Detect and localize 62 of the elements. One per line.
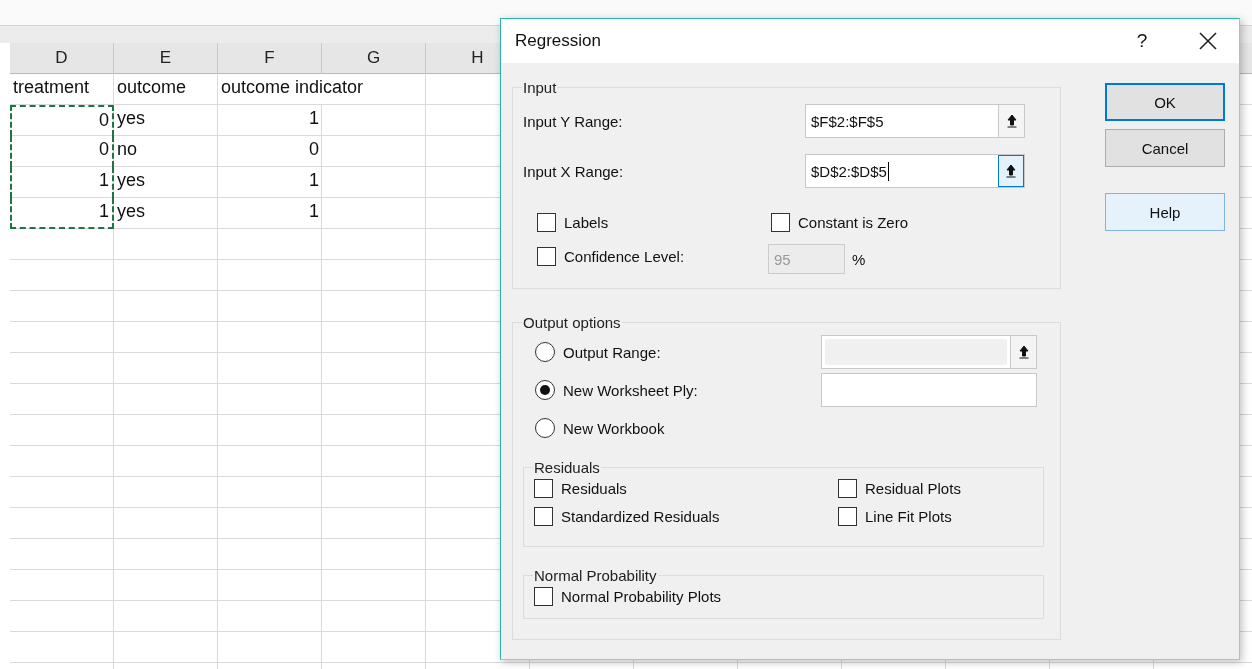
checkbox[interactable] — [534, 506, 553, 526]
table-cell: 0 — [10, 105, 114, 136]
radio-label[interactable]: New Worksheet Ply: — [563, 381, 698, 399]
dialog-button[interactable]: Help — [1105, 193, 1225, 231]
table-cell: 1 — [10, 167, 114, 198]
table-cell-text: outcome — [116, 76, 188, 99]
column-header[interactable]: F — [218, 43, 322, 74]
table-cell-text: yes — [116, 107, 146, 130]
checkbox[interactable] — [838, 506, 857, 526]
field-label: Input Y Range: — [523, 112, 624, 130]
table-cell-text: 1 — [308, 107, 320, 130]
table-cell-text: yes — [116, 169, 146, 192]
column-header[interactable]: E — [114, 43, 218, 74]
checkbox[interactable] — [838, 478, 857, 498]
help-button[interactable]: ? — [1127, 30, 1157, 52]
radio-label[interactable]: Output Range: — [563, 343, 661, 361]
radio-button[interactable] — [535, 342, 555, 362]
field-value: $F$2:$F$5 — [810, 111, 885, 132]
dialog-button[interactable]: OK — [1105, 83, 1225, 121]
checkbox-label[interactable]: Line Fit Plots — [865, 507, 952, 525]
close-icon — [1199, 32, 1217, 50]
checkbox[interactable] — [534, 586, 553, 606]
radio-button[interactable] — [535, 418, 555, 438]
collapse-button[interactable] — [998, 155, 1024, 187]
range-field[interactable]: $D$2:$D$5 — [805, 154, 1025, 188]
dialog-button[interactable]: Cancel — [1105, 129, 1225, 167]
checkbox[interactable] — [537, 212, 556, 232]
up-arrow-icon — [1006, 114, 1017, 128]
group-label: Output options — [522, 314, 622, 331]
table-cell-text: treatment — [12, 76, 91, 99]
checkbox[interactable] — [771, 212, 790, 232]
table-cell-text: 0 — [308, 138, 320, 161]
table-cell-text: 1 — [308, 169, 320, 192]
checkbox-label[interactable]: Normal Probability Plots — [561, 587, 722, 605]
table-cell: 0 — [10, 136, 114, 167]
checkbox-label[interactable]: Constant is Zero — [798, 213, 909, 231]
checkbox-label[interactable]: Residual Plots — [865, 479, 961, 497]
up-arrow-icon — [1018, 345, 1029, 359]
up-arrow-icon — [1006, 164, 1016, 178]
radio-button[interactable] — [535, 380, 555, 400]
output-field[interactable] — [821, 373, 1037, 407]
group-label: Normal Probability — [533, 567, 658, 584]
field-value: $D$2:$D$5 — [810, 160, 890, 183]
table-cell: 1 — [10, 198, 114, 229]
checkbox[interactable] — [537, 246, 556, 266]
collapse-button[interactable] — [998, 105, 1024, 137]
table-cell-text: no — [116, 138, 139, 161]
range-field[interactable]: $F$2:$F$5 — [805, 104, 1025, 138]
group-label: Input — [522, 79, 558, 96]
checkbox-label[interactable]: Standardized Residuals — [561, 507, 720, 525]
table-cell-text: yes — [116, 200, 146, 223]
unit-label: % — [852, 250, 866, 268]
group-label: Residuals — [533, 459, 601, 476]
table-cell-text: 1 — [308, 200, 320, 223]
field-label: Input X Range: — [523, 162, 625, 180]
checkbox[interactable] — [534, 478, 553, 498]
column-header[interactable]: G — [322, 43, 426, 74]
column-header[interactable]: D — [10, 43, 114, 74]
radio-label[interactable]: New Workbook — [563, 419, 665, 437]
checkbox-label[interactable]: Labels — [564, 213, 609, 231]
checkbox-label[interactable]: Confidence Level: — [564, 247, 685, 265]
checkbox-label[interactable]: Residuals — [561, 479, 627, 497]
